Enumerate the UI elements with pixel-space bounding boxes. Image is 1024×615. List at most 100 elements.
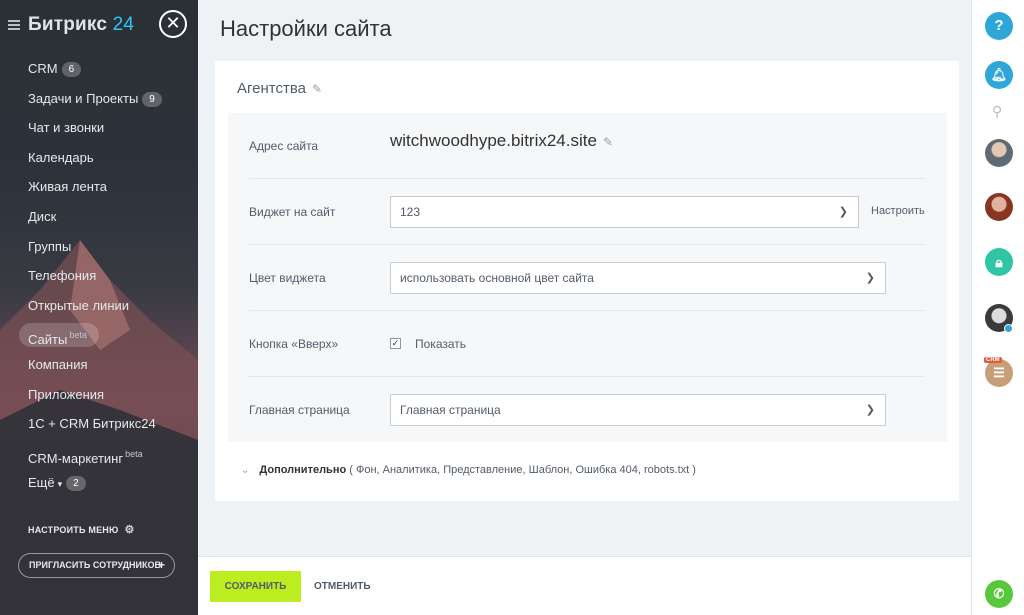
row-widget-color: Цвет виджета использовать основной цвет … [249, 245, 925, 311]
sidebar-item-more[interactable]: Ещё ▾ 2 [0, 470, 198, 500]
beta-tag: beta [69, 330, 87, 341]
widget-label: Виджет на сайт [249, 205, 336, 219]
sidebar-item-label: Ещё [28, 475, 55, 491]
chevron-down-icon: ⌄ [241, 465, 250, 476]
bell-icon[interactable]: 🔔︎ [985, 61, 1013, 89]
close-icon[interactable]: ✕ [159, 10, 187, 38]
settings-card: Агентства ✎ Адрес сайта witchwoodhype.bit… [215, 61, 959, 501]
chevron-down-icon: ❯ [838, 206, 848, 218]
left-sidebar: Битрикс 24 ✕ CRM 6 Задачи и Проекты 9 Чат … [0, 0, 198, 615]
right-panel: ? 🔔︎ ⚲ 🔒︎ ☰ CRM ✆ [971, 0, 1024, 615]
address-value: witchwoodhype.bitrix24.site ✎ [390, 131, 613, 151]
sidebar-item-label: Компания [28, 356, 88, 372]
edit-pencil-icon[interactable]: ✎ [603, 135, 613, 149]
site-name: Агентства [237, 80, 306, 97]
lock-icon[interactable]: 🔒︎ [985, 248, 1013, 276]
crm-chat-icon[interactable]: ☰ [985, 359, 1013, 387]
sidebar-item-tasks[interactable]: Задачи и Проекты 9 [0, 86, 198, 116]
sidebar-item-open-lines[interactable]: Открытые линии [0, 293, 198, 323]
settings-form: Адрес сайта witchwoodhype.bitrix24.site ✎… [228, 113, 947, 442]
avatar[interactable] [985, 193, 1013, 221]
row-site-address: Адрес сайта witchwoodhype.bitrix24.site ✎ [249, 113, 925, 179]
help-icon[interactable]: ? [985, 12, 1013, 40]
up-button-label: Кнопка «Вверх» [249, 337, 339, 351]
invite-label: ПРИГЛАСИТЬ СОТРУДНИКОВ [29, 560, 162, 570]
sidebar-item-label: Группы [28, 238, 72, 254]
cancel-button[interactable]: ОТМЕНИТЬ [314, 571, 371, 602]
show-up-button-checkbox[interactable]: ✓ [390, 338, 401, 349]
additional-settings-toggle[interactable]: ⌄ Дополнительно ( Фон, Аналитика, Предста… [241, 464, 696, 476]
logo-text: Битрикс [28, 14, 108, 35]
sidebar-item-feed[interactable]: Живая лента [0, 174, 198, 204]
sidebar-item-chat[interactable]: Чат и звонки [0, 115, 198, 145]
counter-badge: 6 [61, 62, 82, 77]
sidebar-item-calendar[interactable]: Календарь [0, 145, 198, 175]
home-page-select[interactable]: Главная страница ❯ [390, 394, 886, 426]
logo[interactable]: Битрикс 24 [28, 14, 134, 36]
status-badge [1004, 324, 1013, 333]
sidebar-item-label: Приложения [28, 386, 105, 402]
sidebar-item-1c-crm[interactable]: 1С + CRM Битрикс24 [0, 411, 198, 441]
sidebar-header: Битрикс 24 ✕ [8, 10, 190, 40]
chevron-down-icon: ❯ [865, 272, 875, 284]
site-name-title: Агентства ✎ [237, 80, 322, 97]
sidebar-item-groups[interactable]: Группы [0, 234, 198, 264]
home-page-selected: Главная страница [400, 403, 501, 417]
invite-employees-button[interactable]: ПРИГЛАСИТЬ СОТРУДНИКОВ + [18, 553, 175, 578]
sidebar-item-label: Телефония [28, 268, 97, 284]
row-home-page: Главная страница Главная страница ❯ [249, 377, 925, 443]
sidebar-item-company[interactable]: Компания [0, 352, 198, 382]
sidebar-item-sites[interactable]: Сайты beta [0, 322, 198, 352]
sidebar-item-label: Открытые линии [28, 297, 130, 313]
logo-number: 24 [112, 14, 135, 35]
sidebar-item-label: Сайты [28, 332, 68, 348]
edit-pencil-icon[interactable]: ✎ [312, 82, 322, 96]
menu-icon[interactable] [8, 20, 20, 30]
counter-badge: 2 [66, 476, 86, 492]
configure-menu-button[interactable]: НАСТРОИТЬ МЕНЮ ⚙ [28, 523, 135, 536]
home-page-label: Главная страница [249, 403, 350, 417]
chevron-down-icon: ❯ [865, 404, 875, 416]
additional-label: Дополнительно [259, 464, 347, 476]
site-address: witchwoodhype.bitrix24.site [390, 131, 597, 150]
plus-icon: + [157, 558, 165, 572]
sidebar-item-label: Календарь [28, 149, 94, 165]
chevron-down-icon: ▾ [57, 479, 63, 490]
sidebar-item-telephony[interactable]: Телефония [0, 263, 198, 293]
sidebar-menu: CRM 6 Задачи и Проекты 9 Чат и звонки Кале… [0, 56, 198, 500]
widget-color-select[interactable]: использовать основной цвет сайта ❯ [390, 262, 886, 294]
save-button[interactable]: СОХРАНИТЬ [210, 571, 301, 602]
widget-select[interactable]: 123 ❯ [390, 196, 859, 228]
additional-items: ( Фон, Аналитика, Представление, Шаблон,… [349, 464, 696, 476]
gear-icon: ⚙ [124, 524, 135, 536]
widget-selected-value: 123 [400, 205, 421, 219]
counter-badge: 9 [142, 91, 162, 107]
row-up-button: Кнопка «Вверх» ✓ Показать [249, 311, 925, 377]
sidebar-item-disk[interactable]: Диск [0, 204, 198, 234]
beta-tag: beta [125, 448, 143, 459]
crm-badge: CRM [984, 357, 1002, 363]
widget-color-label: Цвет виджета [249, 271, 326, 285]
show-label[interactable]: Показать [415, 337, 466, 351]
widget-setup-link[interactable]: Настроить [871, 205, 925, 217]
sidebar-item-label: Задачи и Проекты [28, 90, 139, 106]
footer-bar: СОХРАНИТЬ ОТМЕНИТЬ [198, 556, 971, 615]
page-title: Настройки сайта [220, 16, 392, 41]
sidebar-item-label: Диск [28, 208, 57, 224]
sidebar-item-crm[interactable]: CRM 6 [0, 56, 198, 86]
address-label: Адрес сайта [249, 139, 319, 153]
sidebar-item-apps[interactable]: Приложения [0, 382, 198, 412]
configure-menu-label: НАСТРОИТЬ МЕНЮ [28, 525, 119, 535]
sidebar-item-label: Живая лента [28, 179, 107, 195]
avatar[interactable] [985, 139, 1013, 167]
sidebar-item-label: Чат и звонки [28, 120, 105, 136]
main-content: Настройки сайта Агентства ✎ Адрес сайта w… [198, 0, 971, 615]
sidebar-item-label: 1С + CRM Битрикс24 [28, 416, 156, 432]
sidebar-item-label: CRM-маркетинг [28, 450, 124, 466]
widget-color-selected: использовать основной цвет сайта [400, 271, 594, 285]
sidebar-item-crm-marketing[interactable]: CRM-маркетинг beta [0, 441, 198, 471]
phone-icon[interactable]: ✆ [985, 580, 1013, 608]
sidebar-item-label: CRM [28, 61, 58, 76]
row-widget: Виджет на сайт 123 ❯ Настроить [249, 179, 925, 245]
search-icon[interactable]: ⚲ [992, 103, 1002, 120]
